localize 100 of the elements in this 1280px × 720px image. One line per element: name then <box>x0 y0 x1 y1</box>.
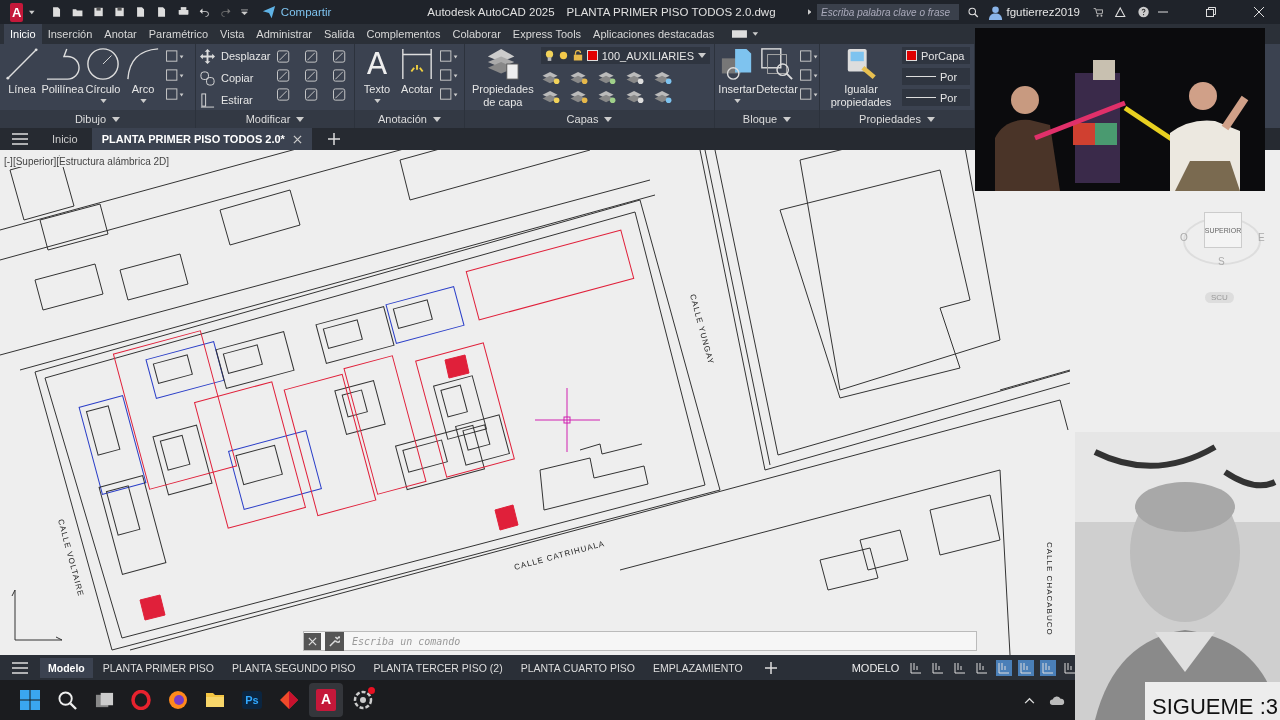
add-icon[interactable] <box>327 133 340 145</box>
stretch-icon <box>200 92 215 108</box>
document-icon[interactable] <box>135 4 147 20</box>
document-icon[interactable] <box>156 4 168 20</box>
ribbon-tab[interactable]: Inicio <box>4 24 42 44</box>
layout-tab[interactable]: PLANTA PRIMER PISO <box>94 657 222 678</box>
layer-icon[interactable] <box>568 70 589 85</box>
panel-title[interactable]: Capas <box>465 110 714 128</box>
annotation-icon[interactable] <box>439 68 459 83</box>
layer-icon[interactable] <box>624 70 645 85</box>
model-space-button[interactable]: MODELO <box>848 659 903 676</box>
layer-icon[interactable] <box>568 89 589 104</box>
layout-tab[interactable]: PLANTA TERCER PISO (2) <box>365 657 511 678</box>
expand-icon[interactable] <box>807 8 812 16</box>
ribbon-tab[interactable]: Colaborar <box>446 24 507 44</box>
close-icon[interactable] <box>292 134 302 144</box>
document-tab[interactable]: PLANTA PRIMER PISO TODOS 2.0* <box>91 128 312 150</box>
caret-icon <box>99 99 107 103</box>
status-toggle-icon[interactable] <box>1040 659 1057 676</box>
tool-button[interactable]: Acotar <box>399 47 435 96</box>
restore-icon[interactable] <box>1206 7 1217 17</box>
tool-button[interactable]: Línea <box>4 47 40 96</box>
triangle-icon[interactable] <box>1115 4 1126 20</box>
polyline-icon <box>45 47 80 81</box>
document-icon[interactable] <box>50 4 62 20</box>
layer-icon[interactable] <box>652 89 673 104</box>
tool-button[interactable]: Copiar <box>200 69 271 87</box>
panel-title[interactable]: Dibujo <box>0 110 195 128</box>
layer-icon[interactable] <box>624 89 645 104</box>
layout-tab[interactable]: PLANTA SEGUNDO PISO <box>224 657 364 678</box>
block-icon[interactable] <box>799 49 819 64</box>
fox-globe-icon <box>168 690 188 710</box>
tool-button[interactable]: Arco <box>125 47 161 103</box>
panel-toggle-icon[interactable] <box>732 29 761 39</box>
block-icon[interactable] <box>799 87 819 102</box>
share-button[interactable]: Compartir <box>261 5 332 19</box>
caret-icon[interactable] <box>29 9 35 15</box>
annotation-icon[interactable] <box>439 87 459 102</box>
magnifier-icon <box>760 47 794 81</box>
wrench-icon[interactable] <box>325 631 344 651</box>
panel-title[interactable]: Modificar <box>196 110 354 128</box>
close-icon[interactable] <box>304 632 321 650</box>
layer-icon[interactable] <box>596 89 617 104</box>
command-field[interactable]: Escriba un comando <box>348 635 976 647</box>
tool-button[interactable]: Desplazar <box>200 47 271 65</box>
taskbar-app[interactable]: Ps <box>235 683 269 717</box>
tool-button[interactable]: Igualar propiedades <box>824 47 898 109</box>
status-toggle-icon[interactable] <box>996 659 1013 676</box>
chevron-up-icon[interactable] <box>1024 696 1035 704</box>
document-tab[interactable]: Inicio <box>42 128 88 150</box>
layout-tab[interactable]: PLANTA CUARTO PISO <box>512 657 644 678</box>
color-dropdown[interactable]: PorCapa <box>902 47 970 64</box>
menu-icon[interactable] <box>12 661 28 674</box>
search-field[interactable]: Escriba palabra clave o frase <box>817 4 960 20</box>
ribbon-tab[interactable]: Express Tools <box>506 24 588 44</box>
panel-title[interactable]: Bloque <box>715 110 819 128</box>
layer-icon[interactable] <box>540 89 561 104</box>
viewport-label[interactable]: [-][Superior][Estructura alámbrica 2D] <box>2 156 172 167</box>
tool-button[interactable]: Estirar <box>200 91 271 109</box>
ribbon-tab[interactable]: Administrar <box>250 24 318 44</box>
layer-dropdown[interactable]: 100_AUXILIARIES <box>540 47 710 64</box>
help-icon[interactable] <box>1137 4 1150 20</box>
menu-icon[interactable] <box>12 133 28 145</box>
dropdown-icon[interactable] <box>240 7 248 17</box>
status-toggle-icon[interactable] <box>1018 659 1035 676</box>
tool-button[interactable]: A Texto <box>359 47 395 103</box>
layout-tab[interactable]: EMPLAZAMIENTO <box>645 657 751 678</box>
tool-button[interactable]: Propiedades de capa <box>469 47 537 109</box>
window-title: Autodesk AutoCAD 2025 <box>427 6 555 18</box>
linetype-dropdown[interactable]: Por <box>902 68 970 85</box>
ribbon-tab[interactable]: Vista <box>214 24 251 44</box>
taskbar-app[interactable]: A <box>309 683 343 717</box>
layer-icon[interactable] <box>540 70 561 85</box>
ribbon-tab[interactable]: Complementos <box>360 24 447 44</box>
layer-icon[interactable] <box>652 70 673 85</box>
panel-title[interactable]: Propiedades <box>820 110 974 128</box>
cloud-icon[interactable] <box>1049 694 1065 706</box>
annotation-icon[interactable] <box>439 49 459 64</box>
layer-icon[interactable] <box>596 70 617 85</box>
ribbon-tab[interactable]: Paramétrico <box>142 24 215 44</box>
block-icon[interactable] <box>799 68 819 83</box>
close-icon[interactable] <box>1254 7 1265 17</box>
ribbon-tab[interactable]: Inserción <box>41 24 99 44</box>
tool-button[interactable]: Insertar <box>719 47 755 103</box>
layout-tab[interactable]: Modelo <box>40 657 93 678</box>
shape-icon[interactable] <box>165 87 185 102</box>
windows-logo-icon <box>20 690 40 710</box>
copy-icon <box>200 70 215 86</box>
shape-icon[interactable] <box>165 49 185 64</box>
caret-icon <box>373 99 381 103</box>
linetype-dropdown[interactable]: Por <box>902 89 970 106</box>
shape-icon[interactable] <box>165 68 185 83</box>
add-icon[interactable] <box>764 661 777 674</box>
panel-title[interactable]: Anotación <box>355 110 464 128</box>
ribbon-tab[interactable]: Anotar <box>98 24 143 44</box>
ribbon-tab[interactable]: Aplicaciones destacadas <box>587 24 721 44</box>
application-menu-button[interactable]: A <box>10 2 24 22</box>
user-menu[interactable]: fgutierrez2019 <box>987 4 1081 20</box>
tool-button[interactable]: Círculo <box>85 47 121 103</box>
ribbon-tab[interactable]: Salida <box>317 24 361 44</box>
